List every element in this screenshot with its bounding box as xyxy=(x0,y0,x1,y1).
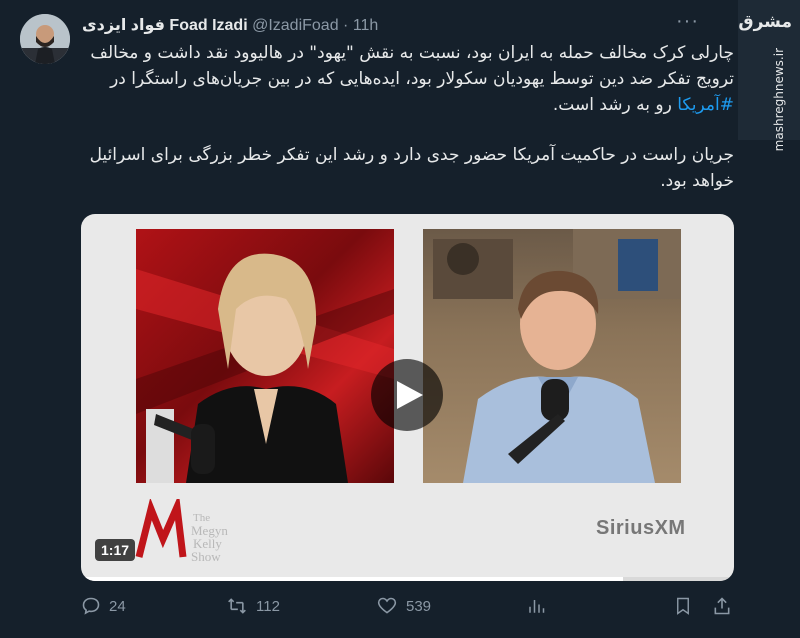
views-icon xyxy=(529,600,545,613)
show-logo: The Megyn Kelly Show xyxy=(135,499,228,564)
play-button[interactable] xyxy=(371,359,443,431)
video-right-panel xyxy=(423,229,681,483)
repost-button[interactable]: 112 xyxy=(226,596,280,616)
reply-button[interactable]: 24 xyxy=(81,596,126,616)
video-left-panel xyxy=(136,229,394,483)
repost-icon xyxy=(228,598,246,614)
tweet-paragraph-1: چارلی کرک مخالف حمله به ایران بود، نسبت … xyxy=(90,43,734,115)
tweet-actions: 24 112 539 xyxy=(81,596,733,624)
watermark: مشرق mashreghnews.ir xyxy=(738,0,800,151)
watermark-logo: مشرق xyxy=(738,12,792,32)
avatar[interactable] xyxy=(20,14,70,64)
video-progress-bar[interactable] xyxy=(81,577,734,581)
share-icon xyxy=(714,597,730,615)
video-progress-fill xyxy=(81,577,623,581)
reply-icon xyxy=(82,597,100,615)
tweet-paragraph-2: جریان راست در حاکمیت آمریکا حضور جدی دار… xyxy=(89,145,734,191)
reply-count: 24 xyxy=(109,597,126,615)
heart-icon xyxy=(377,597,397,614)
bookmark-button[interactable] xyxy=(674,596,692,616)
siriusxm-logo: SiriusXM xyxy=(596,517,686,539)
video-player[interactable]: The Megyn Kelly Show SiriusXM 1:17 xyxy=(81,214,734,581)
views-button[interactable] xyxy=(527,596,545,616)
show-logo-text-show: Show xyxy=(191,549,221,564)
video-duration: 1:17 xyxy=(95,539,136,561)
author-handle[interactable]: @IzadiFoad · 11h xyxy=(252,17,378,34)
tweet-header: فواد ایزدی Foad Izadi @IzadiFoad · 11h xyxy=(82,16,378,36)
tweet-text: چارلی کرک مخالف حمله به ایران بود، نسبت … xyxy=(82,40,734,194)
share-button[interactable] xyxy=(712,596,732,616)
hashtag-link[interactable]: #آمریکا xyxy=(677,95,734,115)
play-icon xyxy=(397,381,423,409)
like-count: 539 xyxy=(406,597,432,615)
more-options-icon[interactable]: ··· xyxy=(676,10,699,33)
repost-count: 112 xyxy=(256,597,280,615)
like-button[interactable]: 539 xyxy=(376,596,431,616)
author-name[interactable]: فواد ایزدی Foad Izadi xyxy=(82,17,248,34)
watermark-site: mashreghnews.ir xyxy=(772,48,786,152)
bookmark-icon xyxy=(677,597,689,615)
